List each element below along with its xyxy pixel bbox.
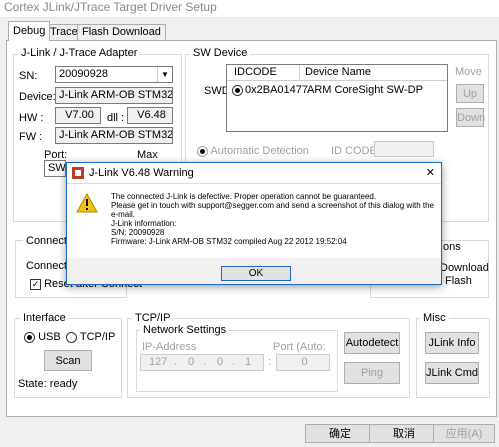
interface-group-label: Interface [20, 312, 69, 324]
auto-detect-label: Automatic Detection [210, 145, 309, 157]
chevron-down-icon[interactable]: ▼ [157, 67, 172, 82]
state-label: State: ready [18, 378, 78, 390]
scan-button[interactable]: Scan [44, 350, 92, 371]
connect-label: Connect: [26, 260, 71, 272]
options-group-label: ons [440, 241, 464, 253]
device-label: Device: [19, 91, 56, 103]
tab-debug[interactable]: Debug [8, 21, 51, 41]
ok-button[interactable]: 确定 [305, 424, 375, 443]
flash-label: Flash [445, 275, 472, 287]
idcode-label: ID CODE: [331, 145, 380, 157]
device-field: J-Link ARM-OB STM32 [55, 87, 173, 104]
ip-address-label: IP-Address [142, 341, 197, 353]
auto-detect-radio-icon [197, 145, 208, 157]
autodetect-button[interactable]: Autodetect [344, 332, 400, 354]
sn-label: SN: [19, 70, 38, 82]
sw-device-group-label: SW Device [190, 47, 251, 59]
table-row[interactable]: 0x2BA01477 ARM CoreSight SW-DP [227, 83, 447, 97]
table-header: IDCODE Device Name [227, 65, 447, 81]
col-device-name: Device Name [305, 66, 372, 78]
sn-select[interactable]: 20090928 ▼ [55, 66, 173, 83]
checkbox-checked-icon: ✓ [30, 278, 41, 290]
sn-value: 20090928 [59, 68, 108, 80]
tcpip-radio-icon [66, 331, 77, 343]
jlink-info-button[interactable]: JLink Info [425, 332, 479, 354]
fw-field: J-Link ARM-OB STM32 comp [55, 127, 173, 144]
hw-label: HW : [19, 112, 44, 124]
jlink-app-icon [72, 167, 84, 179]
port-field[interactable]: 0 [276, 354, 330, 371]
dialog-titlebar: J-Link V6.48 Warning ✕ [67, 163, 441, 184]
up-button[interactable]: Up [456, 84, 484, 103]
tcpip-option-label: TCP/IP [79, 331, 116, 343]
dialog-message-2: Please get in touch with support@segger.… [111, 201, 434, 219]
sw-device-table[interactable]: IDCODE Device Name 0x2BA01477 ARM CoreSi… [226, 64, 448, 132]
ip-address-field[interactable]: 127 . 0 . 0 . 1 [140, 354, 264, 371]
download-label: Download [440, 262, 489, 274]
max-label: Max [137, 149, 158, 161]
port-auto-label: Port (Auto: [273, 341, 326, 353]
usb-radio-icon [24, 331, 35, 343]
idcode-field[interactable] [374, 141, 434, 157]
info-header: J-Link information: [111, 219, 177, 228]
window-titlebar: Cortex JLink/JTrace Target Driver Setup [0, 0, 499, 18]
apply-button[interactable]: 应用(A) [433, 424, 495, 443]
misc-group-label: Misc [420, 312, 449, 324]
fw-label: FW : [19, 131, 43, 143]
dialog-message-1: The connected J-Link is defective. Prope… [111, 192, 377, 201]
move-label: Move [455, 66, 482, 78]
down-button[interactable]: Down [456, 108, 485, 127]
tab-flash-download[interactable]: Flash Download [77, 24, 166, 41]
jlink-group-label: J-Link / J-Trace Adapter [18, 47, 141, 59]
dll-field: V6.48 [127, 107, 173, 124]
ip-part-4: 1 [245, 356, 252, 368]
hw-field: V7.00 [55, 107, 101, 124]
row-radio-icon [232, 85, 243, 96]
dialog-title: J-Link V6.48 Warning [89, 167, 194, 179]
dialog-ok-button[interactable]: OK [221, 266, 291, 281]
col-divider [299, 65, 300, 80]
cancel-button[interactable]: 取消 [369, 424, 439, 443]
ip-part-3: 0 [217, 356, 224, 368]
jlink-cmd-button[interactable]: JLink Cmd [425, 362, 479, 384]
row-device: ARM CoreSight SW-DP [307, 84, 423, 96]
window-title: Cortex JLink/JTrace Target Driver Setup [4, 0, 217, 14]
warning-icon [76, 193, 98, 213]
ip-part-1: 127 [149, 356, 168, 368]
info-firmware: Firmware: J-Link ARM-OB STM32 compiled A… [111, 237, 347, 246]
network-settings-label: Network Settings [140, 324, 230, 336]
col-idcode: IDCODE [234, 66, 277, 78]
port-colon: : [268, 356, 272, 368]
dll-label: dll : [107, 112, 125, 124]
close-icon[interactable]: ✕ [426, 166, 435, 179]
info-sn: S/N: 20090928 [111, 228, 165, 237]
misc-group [416, 318, 490, 398]
tcpip-option[interactable]: TCP/IP [66, 331, 115, 343]
ping-button[interactable]: Ping [344, 362, 400, 384]
row-idcode: 0x2BA01477 [245, 84, 308, 96]
usb-option[interactable]: USB [24, 331, 61, 343]
usb-label: USB [38, 331, 61, 343]
tcpip-group-label: TCP/IP [132, 312, 174, 324]
ip-part-2: 0 [188, 356, 195, 368]
auto-detect-option[interactable]: Automatic Detection [197, 145, 309, 157]
warning-dialog: J-Link V6.48 Warning ✕ The connected J-L… [66, 162, 442, 285]
port-select[interactable]: SW [44, 160, 66, 177]
